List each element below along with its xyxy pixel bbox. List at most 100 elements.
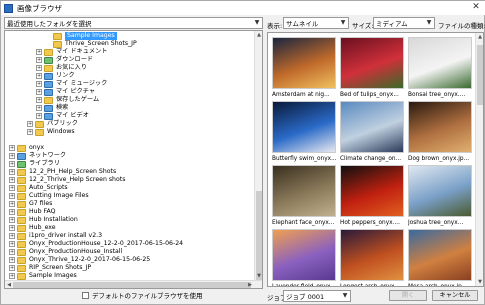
cancel-button[interactable]: キャンセル [432,290,478,301]
thumbnail-image[interactable] [340,165,404,217]
expand-icon[interactable]: + [36,73,42,79]
thumbnail-item[interactable]: Hot peppers_onyx.... [340,165,404,229]
expand-icon[interactable]: + [9,193,15,199]
tree-item[interactable]: +12_2_Thrive_Help Screen shots [9,176,125,184]
thumbnail-image[interactable] [408,229,472,281]
expand-icon[interactable]: + [9,201,15,207]
default-browser-checkbox[interactable] [82,291,89,299]
expand-icon[interactable]: + [9,153,15,159]
tree-hscroll-thumb[interactable] [13,282,251,288]
expand-icon[interactable]: + [27,129,33,135]
tree-item[interactable]: + リンク [36,72,75,80]
tree-item[interactable]: + お気に入り [36,64,87,72]
tree-item[interactable]: + G7 files [9,200,52,208]
tree-item[interactable]: + 保存したゲーム [36,96,99,104]
thumbnail-item[interactable]: Elephant face_onyx... [272,165,336,229]
expand-icon[interactable]: + [9,217,15,223]
tree-item[interactable]: + Onyx_ProductionHouse_12-2-0_2017-06-15-… [9,240,183,248]
thumbnail-image[interactable] [272,165,336,217]
expand-icon[interactable]: + [9,177,15,183]
tree-item[interactable]: + RIP_Screen Shots_JP [9,264,91,272]
thumbnail-item[interactable]: Bonsai tree_onyx.... [408,37,472,101]
tree-item[interactable]: Thrive_Screen Shots_JP [45,40,137,48]
expand-icon[interactable]: + [9,161,15,167]
tree-item[interactable]: + ダウンロード [36,56,93,64]
view-select[interactable]: サムネイル ▼ [283,17,349,29]
tree-item[interactable]: + マイ ピクチャ [36,88,95,96]
size-select[interactable]: ミディアム ▼ [373,17,435,29]
expand-icon[interactable]: + [9,233,15,239]
tree-item[interactable]: + マイ ドキュメント [36,48,107,56]
chevron-down-icon[interactable]: ▼ [252,18,262,28]
expand-icon[interactable]: + [36,81,42,87]
expand-icon[interactable]: + [9,265,15,271]
folder-tree[interactable]: ▲ ▼ ◀ ▶ Sample Images Thrive_Screen Shots… [4,30,263,289]
expand-icon[interactable]: + [36,65,42,71]
thumbnail-image[interactable] [272,229,336,281]
expand-icon[interactable]: + [9,257,15,263]
thumbnail-image[interactable] [408,101,472,153]
thumbnail-item[interactable]: Dog brown_onyx.jp... [408,101,472,165]
expand-icon[interactable]: + [36,89,42,95]
tree-item[interactable]: + マイ ミュージック [36,80,107,88]
chevron-down-icon[interactable]: ▼ [424,18,434,28]
expand-icon[interactable]: + [9,273,15,279]
thumbnail-image[interactable] [408,37,472,89]
thumbnail-image[interactable] [340,37,404,89]
expand-icon[interactable]: + [36,105,42,111]
tree-item[interactable]: + Cutting Image Files [9,192,89,200]
open-button[interactable]: 開く [389,290,427,301]
tree-item[interactable]: + ネットワーク [9,152,66,160]
scroll-up-icon[interactable]: ▲ [255,31,262,39]
grid-vertical-scrollbar[interactable]: ▲ ▼ [475,33,483,286]
tree-item[interactable]: + パブリック [27,120,78,128]
tree-item[interactable]: + Hub FAQ [9,208,55,216]
thumbnail-grid[interactable]: ▲ ▼ Amsterdam at nig... Bed of tulips_ony… [267,32,484,287]
tree-item[interactable]: + マイ ビデオ [36,112,89,120]
expand-icon[interactable]: + [27,121,33,127]
scroll-down-icon[interactable]: ▼ [255,272,262,280]
thumbnail-item[interactable]: Amsterdam at nig... [272,37,336,101]
tree-item[interactable]: + onyx [9,144,44,152]
thumbnail-image[interactable] [340,101,404,153]
expand-icon[interactable]: + [36,97,42,103]
expand-icon[interactable]: + [9,225,15,231]
scroll-right-icon[interactable]: ▶ [246,281,254,288]
tree-item[interactable]: + Windows [27,128,75,136]
thumbnail-item[interactable]: Lavender field_onyx... [272,229,336,286]
thumbnail-image[interactable] [272,37,336,89]
tree-item[interactable]: + i1pro_driver install v2.3 [9,232,102,240]
thumbnail-item[interactable]: Longest arch_onyx... [340,229,404,286]
close-icon[interactable]: ✕ [470,2,482,13]
tree-item[interactable]: + Onyx_Thrive_12-2-0_2017-06-15-06-25 [9,256,150,264]
tree-item[interactable]: + Hub_exe [9,224,56,232]
thumbnail-image[interactable] [272,101,336,153]
default-browser-option[interactable]: デフォルトのファイルブラウザを使用 [82,290,203,300]
job-select[interactable]: ジョブ 0001 ▼ [283,290,351,302]
expand-icon[interactable]: + [36,113,42,119]
expand-icon[interactable]: + [9,169,15,175]
scroll-up-icon[interactable]: ▲ [476,33,483,41]
expand-icon[interactable]: + [9,185,15,191]
thumbnail-item[interactable]: Butterfly swim_onyx... [272,101,336,165]
scroll-down-icon[interactable]: ▼ [476,278,483,286]
chevron-down-icon[interactable]: ▼ [340,291,350,301]
scroll-left-icon[interactable]: ◀ [5,281,13,288]
grid-scroll-thumb[interactable] [477,45,483,105]
expand-icon[interactable]: + [36,49,42,55]
expand-icon[interactable]: + [9,241,15,247]
tree-item[interactable]: + Onyx_ProductionHouse_Install [9,248,122,256]
thumbnail-item[interactable]: Mesa arch_onyx.jp... [408,229,472,286]
tree-scroll-thumb[interactable] [256,191,262,281]
tree-horizontal-scrollbar[interactable]: ◀ ▶ [5,280,262,288]
thumbnail-item[interactable]: Climate change_on... [340,101,404,165]
tree-item[interactable]: + 検索 [36,104,68,112]
chevron-down-icon[interactable]: ▼ [338,18,348,28]
thumbnail-item[interactable]: Bed of tulips_onyx... [340,37,404,101]
expand-icon[interactable]: + [9,209,15,215]
tree-item[interactable]: + Hub Installation [9,216,78,224]
thumbnail-image[interactable] [340,229,404,281]
expand-icon[interactable]: + [36,57,42,63]
recent-folder-combo[interactable]: 最近使用したフォルダを選択 ▼ [4,17,263,29]
tree-item[interactable]: Sample Images [45,32,117,40]
